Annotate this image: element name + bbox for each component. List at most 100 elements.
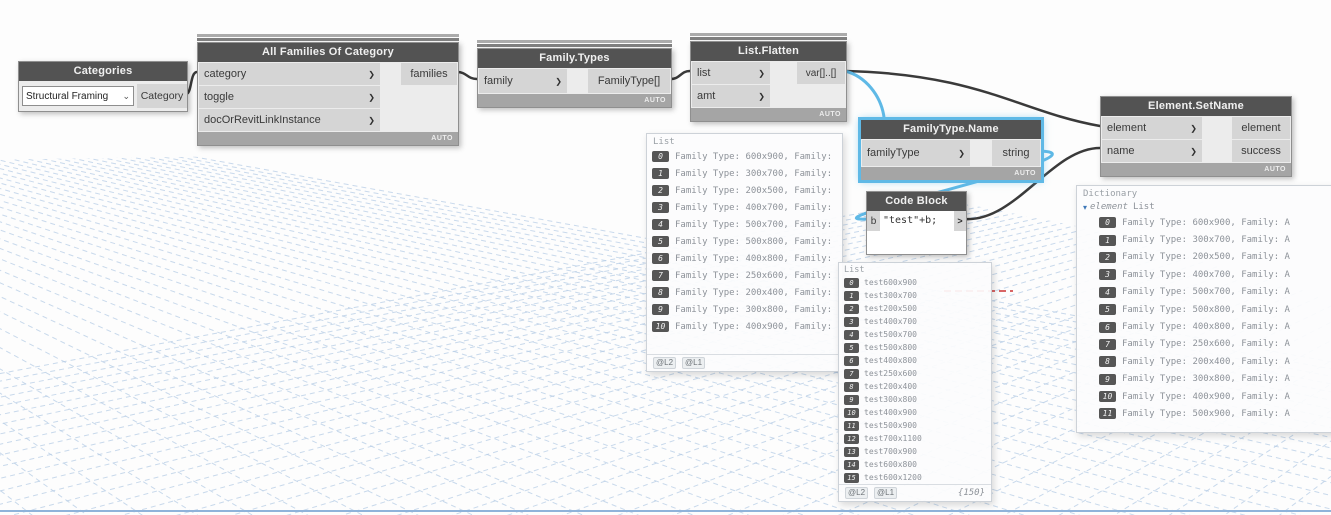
port-chevron-icon: ❯ xyxy=(1190,146,1197,156)
node-family-types[interactable]: Family.Types family ❯ FamilyType[] AUTO xyxy=(477,40,672,108)
node-title[interactable]: All Families Of Category xyxy=(198,43,458,62)
list-count: {150} xyxy=(957,488,985,498)
preview-bubble-dictionary[interactable]: Dictionary ▾ element List 0 Family Type: … xyxy=(1076,185,1331,433)
input-port-element[interactable]: element ❯ xyxy=(1102,117,1202,139)
input-port-category[interactable]: category ❯ xyxy=(199,63,380,85)
input-port-familytype[interactable]: familyType ❯ xyxy=(862,140,970,166)
list-item-text: Family Type: 300x800, Family: A xyxy=(1122,374,1290,385)
list-item-index: 6 xyxy=(1099,321,1116,333)
input-port-name[interactable]: name ❯ xyxy=(1102,140,1202,162)
level-chip-l2[interactable]: @L2 xyxy=(653,357,677,369)
wire-families-to-family[interactable] xyxy=(455,70,479,81)
lacing-auto[interactable]: AUTO xyxy=(644,97,666,104)
list-item-text: test600x800 xyxy=(864,460,917,469)
lacing-auto[interactable]: AUTO xyxy=(1264,166,1286,173)
list-item-index: 8 xyxy=(652,287,669,298)
list-item-text: Family Type: 250x600, Family: xyxy=(675,270,833,281)
output-port-codeblock[interactable]: > xyxy=(954,211,966,231)
node-all-families-of-category[interactable]: All Families Of Category category ❯ fami… xyxy=(197,34,459,146)
output-port-var[interactable]: var[]..[] xyxy=(797,62,845,84)
list-item: 8 Family Type: 200x400, Family: xyxy=(647,284,842,301)
list-item-index: 14 xyxy=(844,459,859,470)
list-item-text: Family Type: 400x900, Family: A xyxy=(1122,391,1290,402)
list-item: 11 Family Type: 500x900, Family: A xyxy=(1077,405,1331,422)
node-title[interactable]: List.Flatten xyxy=(691,42,846,61)
port-chevron-icon: ❯ xyxy=(368,92,375,102)
node-list-flatten[interactable]: List.Flatten list ❯ var[]..[] amt ❯ AUTO xyxy=(690,33,847,122)
output-port-families[interactable]: families xyxy=(401,63,457,85)
preview-rows: 0 test600x900 1 test300x700 2 test200x500 3… xyxy=(839,276,991,484)
port-chevron-icon: ❯ xyxy=(958,148,965,158)
list-item: 3 test400x700 xyxy=(839,315,991,328)
output-port-element[interactable]: element xyxy=(1232,117,1290,139)
list-item-text: Family Type: 500x700, Family: A xyxy=(1122,287,1290,298)
port-label: familyType xyxy=(867,147,920,159)
port-label: families xyxy=(410,68,448,80)
node-title[interactable]: FamilyType.Name xyxy=(861,120,1041,139)
code-text[interactable]: "test"+b; xyxy=(880,211,940,231)
input-port-list[interactable]: list ❯ xyxy=(692,62,770,84)
preview-bubble-name-list[interactable]: List 0 test600x900 1 test300x700 2 test200x… xyxy=(838,262,992,502)
list-item-index: 9 xyxy=(652,304,669,315)
preview-bubble-flatten-list[interactable]: List 0 Family Type: 600x900, Family: 1 Fam… xyxy=(646,133,843,372)
input-port-b[interactable]: b xyxy=(867,211,880,231)
list-item: 3 Family Type: 400x700, Family: A xyxy=(1077,266,1331,283)
list-item-index: 10 xyxy=(652,321,669,332)
list-item-index: 4 xyxy=(1099,286,1116,298)
lacing-auto[interactable]: AUTO xyxy=(431,135,453,142)
input-port-docorrevitlinkinstance[interactable]: docOrRevitLinkInstance ❯ xyxy=(199,109,380,131)
list-item-index: 11 xyxy=(844,420,859,431)
list-item: 7 test250x600 xyxy=(839,367,991,380)
node-footer: AUTO xyxy=(861,167,1041,180)
collapse-arrow-icon[interactable]: ▾ xyxy=(1083,203,1087,212)
list-item-index: 5 xyxy=(652,236,669,247)
list-item: 6 test400x800 xyxy=(839,354,991,367)
list-item-text: Family Type: 600x900, Family: xyxy=(675,151,833,162)
list-item-text: Family Type: 250x600, Family: A xyxy=(1122,339,1290,350)
list-item: 5 test500x800 xyxy=(839,341,991,354)
node-title[interactable]: Categories xyxy=(19,62,187,81)
node-categories[interactable]: Categories Structural Framing ⌄ Category xyxy=(18,61,188,112)
input-port-amt[interactable]: amt ❯ xyxy=(692,85,770,107)
lacing-auto[interactable]: AUTO xyxy=(1014,170,1036,177)
node-familytype-name[interactable]: FamilyType.Name familyType ❯ string AUTO xyxy=(858,117,1044,183)
level-chip-l1[interactable]: @L1 xyxy=(874,487,898,499)
output-port-category[interactable]: Category xyxy=(137,84,187,108)
list-item-text: Family Type: 300x700, Family: A xyxy=(1122,235,1290,246)
list-item-text: Family Type: 500x800, Family: xyxy=(675,236,833,247)
list-item: 12 test700x1100 xyxy=(839,432,991,445)
list-item-index: 12 xyxy=(844,433,859,444)
list-item: 1 Family Type: 300x700, Family: xyxy=(647,165,842,182)
list-item-index: 13 xyxy=(844,446,859,457)
wire-familytypes-to-list[interactable] xyxy=(668,69,692,81)
node-title[interactable]: Family.Types xyxy=(478,49,671,68)
dictionary-key-row[interactable]: ▾ element List xyxy=(1077,200,1331,214)
port-label: list xyxy=(697,67,711,79)
category-dropdown[interactable]: Structural Framing ⌄ xyxy=(22,86,134,106)
node-footer: AUTO xyxy=(691,108,846,121)
list-item-text: Family Type: 400x700, Family: xyxy=(675,202,833,213)
list-item: 0 Family Type: 600x900, Family: A xyxy=(1077,214,1331,231)
list-item: 11 test500x900 xyxy=(839,419,991,432)
output-port-familytype-array[interactable]: FamilyType[] xyxy=(588,69,670,93)
node-element-setname[interactable]: Element.SetName element ❯ element name ❯… xyxy=(1100,96,1292,177)
level-chip-l1[interactable]: @L1 xyxy=(682,357,706,369)
dynamo-canvas[interactable]: List 0 Family Type: 600x900, Family: 1 Fam… xyxy=(0,0,1331,515)
lacing-auto[interactable]: AUTO xyxy=(819,111,841,118)
input-port-family[interactable]: family ❯ xyxy=(479,69,567,93)
node-title[interactable]: Element.SetName xyxy=(1101,97,1291,116)
node-code-block[interactable]: Code Block b "test"+b; > xyxy=(866,191,967,255)
port-label: success xyxy=(1241,145,1281,157)
port-chevron-icon: ❯ xyxy=(758,68,765,78)
list-item: 5 Family Type: 500x800, Family: A xyxy=(1077,301,1331,318)
list-item: 10 Family Type: 400x900, Family: xyxy=(647,318,842,335)
code-block-body[interactable]: b "test"+b; > xyxy=(867,211,966,254)
output-port-string[interactable]: string xyxy=(992,140,1040,166)
node-title[interactable]: Code Block xyxy=(867,192,966,211)
list-item: 4 Family Type: 500x700, Family: xyxy=(647,216,842,233)
level-chip-l2[interactable]: @L2 xyxy=(845,487,869,499)
input-port-toggle[interactable]: toggle ❯ xyxy=(199,86,380,108)
list-item-text: test300x800 xyxy=(864,395,917,404)
list-item: 6 Family Type: 400x800, Family: xyxy=(647,250,842,267)
output-port-success[interactable]: success xyxy=(1232,140,1290,162)
